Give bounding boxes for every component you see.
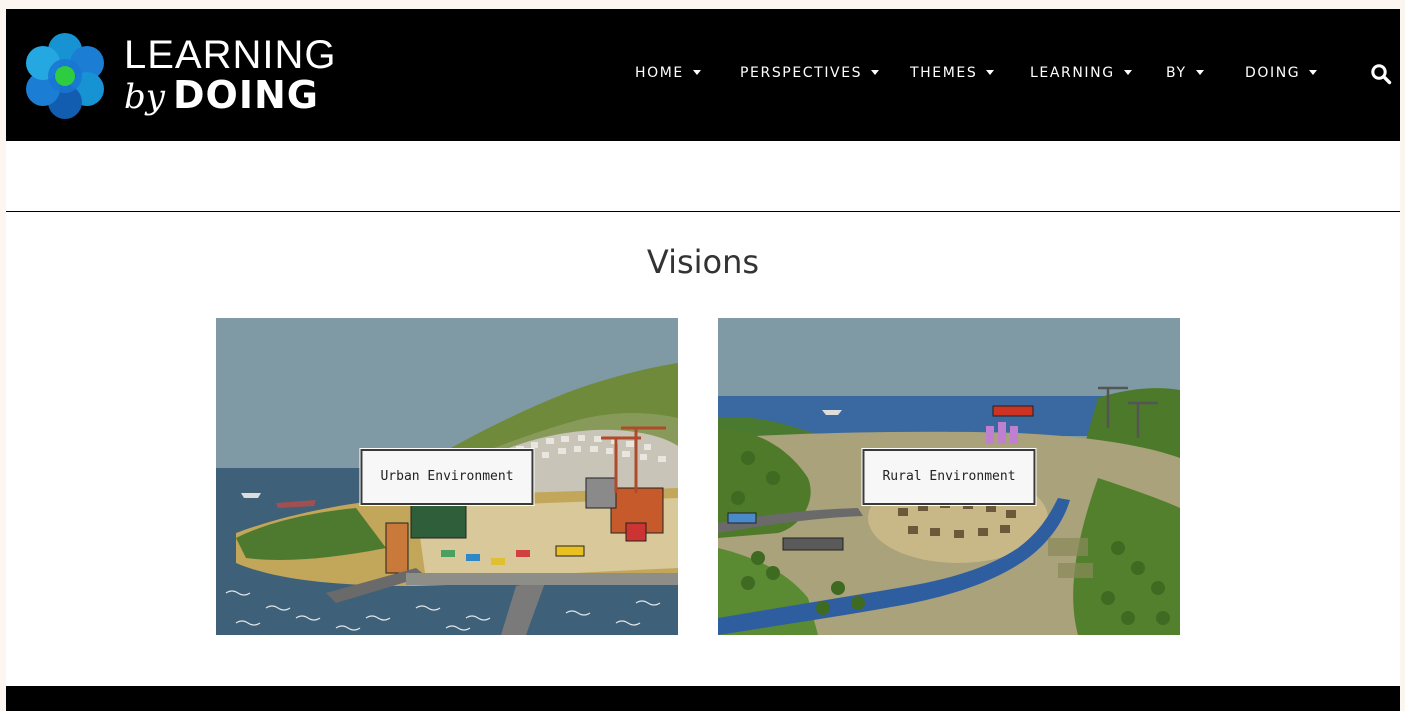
caret-down-icon <box>871 69 880 75</box>
nav-item-perspectives[interactable]: PERSPECTIVES <box>740 61 880 85</box>
site-header: LEARNING by DOING HOME PERSPECTIVES THEME… <box>6 9 1400 141</box>
card-label: Rural Environment <box>861 447 1037 506</box>
nav-item-label: HOME <box>635 65 684 81</box>
search-button[interactable] <box>1370 63 1392 85</box>
site-footer <box>6 686 1400 711</box>
caret-down-icon <box>1195 69 1204 75</box>
nav-item-by[interactable]: BY <box>1166 61 1204 85</box>
nav-item-label: DOING <box>1245 65 1301 81</box>
page: LEARNING by DOING HOME PERSPECTIVES THEME… <box>6 9 1400 711</box>
logo-line-by-doing: by DOING <box>124 73 319 119</box>
nav-item-label: PERSPECTIVES <box>740 65 863 81</box>
nav-item-label: LEARNING <box>1030 65 1115 81</box>
nav-item-label: THEMES <box>910 65 978 81</box>
nav-item-label: BY <box>1166 65 1187 81</box>
page-title: Visions <box>646 243 760 281</box>
caret-down-icon <box>1309 69 1318 75</box>
logo-flower-icon <box>26 33 104 119</box>
caret-down-icon <box>986 69 995 75</box>
logo-by: by <box>124 77 165 117</box>
card-label: Urban Environment <box>359 447 535 506</box>
logo-doing: DOING <box>172 73 319 117</box>
nav-item-learning[interactable]: LEARNING <box>1030 61 1132 85</box>
card-rural-environment[interactable]: Rural Environment <box>718 318 1180 635</box>
caret-down-icon <box>692 69 701 75</box>
card-urban-environment[interactable]: Urban Environment <box>216 318 678 635</box>
section-divider <box>6 211 1400 212</box>
nav-item-home[interactable]: HOME <box>635 61 701 85</box>
logo-line-learning: LEARNING <box>124 33 337 77</box>
nav-item-doing[interactable]: DOING <box>1245 61 1318 85</box>
caret-down-icon <box>1123 69 1132 75</box>
nav-item-themes[interactable]: THEMES <box>910 61 995 85</box>
search-icon <box>1371 64 1392 85</box>
